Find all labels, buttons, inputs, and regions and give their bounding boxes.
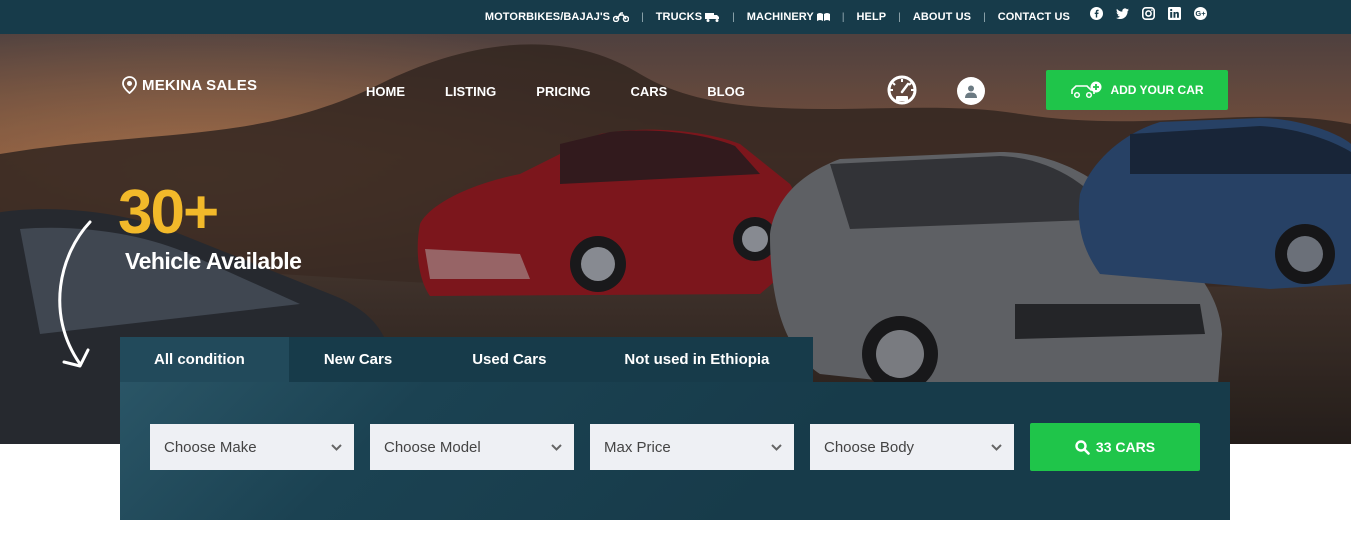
chevron-down-icon [771, 443, 782, 451]
social-links: G+ [1090, 7, 1207, 20]
nav-blog[interactable]: BLOG [707, 84, 745, 99]
nav-cars[interactable]: CARS [630, 84, 667, 99]
machinery-icon [816, 13, 830, 21]
body-select-value: Choose Body [824, 438, 915, 456]
model-select-value: Choose Model [384, 438, 481, 456]
top-link-contact[interactable]: CONTACT US [998, 11, 1070, 23]
top-nav: MOTORBIKES/BAJAJ'S | TRUCKS | MACHINERY … [484, 11, 1070, 23]
google-plus-icon[interactable]: G+ [1194, 7, 1207, 20]
search-cars-button[interactable]: 33 CARS [1030, 423, 1200, 471]
vehicle-available-label: Vehicle Available [125, 248, 302, 274]
facebook-icon[interactable] [1090, 7, 1103, 20]
vehicle-count: 30+ [118, 178, 219, 247]
add-your-car-button[interactable]: ADD YOUR CAR [1046, 70, 1228, 110]
tab-not-used-in-ethiopia[interactable]: Not used in Ethiopia [586, 337, 813, 382]
nav-listing[interactable]: LISTING [445, 84, 496, 99]
top-link-motorbikes[interactable]: MOTORBIKES/BAJAJ'S [485, 11, 630, 23]
top-link-trucks[interactable]: TRUCKS [656, 11, 720, 23]
linkedin-icon[interactable] [1168, 7, 1181, 20]
make-select[interactable]: Choose Make [150, 424, 354, 470]
max-price-select[interactable]: Max Price [590, 424, 794, 470]
main-nav: HOME LISTING PRICING CARS BLOG [366, 84, 745, 99]
motorbike-icon [613, 12, 630, 22]
make-select-value: Choose Make [164, 438, 257, 456]
search-panel: Choose Make Choose Model Max Price Choos… [120, 382, 1230, 520]
top-link-machinery[interactable]: MACHINERY [747, 11, 830, 23]
map-pin-icon [122, 76, 137, 94]
nav-home[interactable]: HOME [366, 84, 405, 99]
user-account-icon[interactable] [957, 77, 985, 105]
nav-pricing[interactable]: PRICING [536, 84, 590, 99]
chevron-down-icon [551, 443, 562, 451]
add-car-icon [1071, 81, 1102, 99]
chevron-down-icon [331, 443, 342, 451]
condition-tabs: All condition New Cars Used Cars Not use… [120, 337, 814, 382]
body-select[interactable]: Choose Body [810, 424, 1014, 470]
curved-arrow-decoration [50, 214, 110, 379]
speedometer-icon[interactable] [886, 75, 918, 110]
model-select[interactable]: Choose Model [370, 424, 574, 470]
instagram-icon[interactable] [1142, 7, 1155, 20]
max-price-select-value: Max Price [604, 438, 671, 456]
chevron-down-icon [991, 443, 1002, 451]
twitter-icon[interactable] [1116, 7, 1129, 20]
top-link-about[interactable]: ABOUT US [913, 11, 971, 23]
svg-text:G+: G+ [1195, 9, 1206, 18]
tab-used-cars[interactable]: Used Cars [427, 337, 586, 382]
top-link-help[interactable]: HELP [856, 11, 886, 23]
site-logo[interactable]: MEKINA SALES [122, 76, 257, 94]
tab-all-condition[interactable]: All condition [120, 337, 289, 382]
tab-new-cars[interactable]: New Cars [289, 337, 427, 382]
truck-icon [705, 13, 720, 22]
search-icon [1075, 439, 1090, 455]
top-bar: MOTORBIKES/BAJAJ'S | TRUCKS | MACHINERY … [0, 0, 1351, 34]
